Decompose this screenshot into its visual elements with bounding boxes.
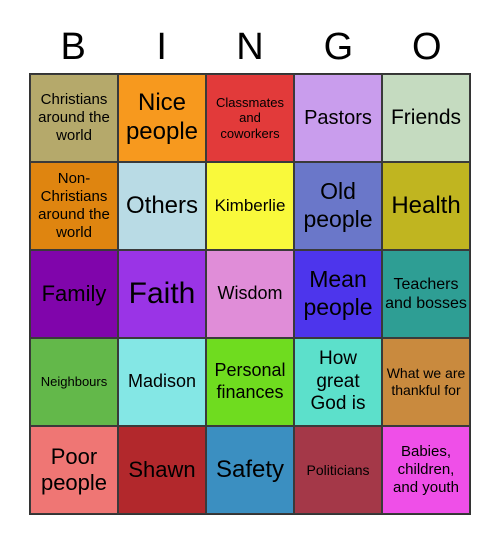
bingo-cell[interactable]: Personal finances — [206, 338, 294, 426]
bingo-cell[interactable]: Neighbours — [30, 338, 118, 426]
bingo-cell-label: Classmates and coworkers — [216, 94, 284, 141]
header-letter-n: N — [236, 26, 264, 68]
bingo-cell-label: Politicians — [306, 461, 370, 478]
bingo-cell-label: Mean people — [303, 266, 373, 320]
bingo-cell[interactable]: Shawn — [118, 426, 206, 514]
bingo-cell-label: Friends — [390, 106, 462, 130]
bingo-grid: Christians around the world Nice people Cl… — [29, 73, 471, 515]
bingo-cell[interactable]: Kimberlie — [206, 162, 294, 250]
bingo-cell[interactable]: Friends — [382, 74, 470, 162]
bingo-cell[interactable]: Family — [30, 250, 118, 338]
bingo-cell[interactable]: Teachers and bosses — [382, 250, 470, 338]
bingo-cell-label: Faith — [128, 277, 196, 310]
bingo-cell[interactable]: Old people — [294, 162, 382, 250]
header-letter-o: O — [412, 26, 442, 68]
bingo-cell[interactable]: Safety — [206, 426, 294, 514]
header-letter-b: B — [60, 26, 86, 68]
bingo-cell[interactable]: Health — [382, 162, 470, 250]
bingo-cell[interactable]: Mean people — [294, 250, 382, 338]
bingo-header: B I N G O — [29, 22, 471, 72]
bingo-cell-label: Christians around the world — [38, 91, 110, 144]
bingo-cell-label: Teachers and bosses — [385, 275, 467, 312]
bingo-cell[interactable]: Babies, children, and youth — [382, 426, 470, 514]
bingo-cell-label: Others — [125, 191, 199, 219]
bingo-cell-label: Pastors — [304, 107, 372, 129]
bingo-cell[interactable]: Wisdom — [206, 250, 294, 338]
header-letter-g: G — [323, 26, 354, 68]
bingo-cell-label: Family — [41, 280, 107, 306]
bingo-cell-label: Poor people — [40, 443, 108, 495]
bingo-cell[interactable]: How great God is — [294, 338, 382, 426]
bingo-cell-label: Shawn — [128, 456, 196, 482]
bingo-cell-label: Madison — [127, 371, 197, 392]
bingo-cell[interactable]: Faith — [118, 250, 206, 338]
bingo-cell[interactable]: Non-Christians around the world — [30, 162, 118, 250]
bingo-cell[interactable]: Others — [118, 162, 206, 250]
header-letter-i: I — [156, 26, 167, 68]
bingo-cell[interactable]: What we are thankful for — [382, 338, 470, 426]
bingo-cell-label: Health — [391, 191, 461, 219]
bingo-cell-label: Nice people — [125, 89, 199, 145]
bingo-cell-label: What we are thankful for — [386, 365, 466, 398]
bingo-cell[interactable]: Classmates and coworkers — [206, 74, 294, 162]
bingo-cell-label: Kimberlie — [214, 195, 286, 215]
bingo-cell[interactable]: Christians around the world — [30, 74, 118, 162]
bingo-cell-label: Neighbours — [40, 374, 108, 390]
bingo-cell[interactable]: Nice people — [118, 74, 206, 162]
bingo-cell-label: Safety — [215, 455, 285, 483]
bingo-cell[interactable]: Pastors — [294, 74, 382, 162]
bingo-cell[interactable]: Politicians — [294, 426, 382, 514]
bingo-cell-label: Non-Christians around the world — [38, 170, 110, 241]
bingo-cell-label: Babies, children, and youth — [393, 443, 459, 496]
bingo-cell-label: Personal finances — [214, 360, 286, 402]
bingo-cell-label: Wisdom — [217, 283, 283, 304]
bingo-cell-label: Old people — [303, 178, 373, 232]
bingo-cell[interactable]: Poor people — [30, 426, 118, 514]
bingo-cell-label: How great God is — [310, 347, 366, 415]
bingo-cell[interactable]: Madison — [118, 338, 206, 426]
